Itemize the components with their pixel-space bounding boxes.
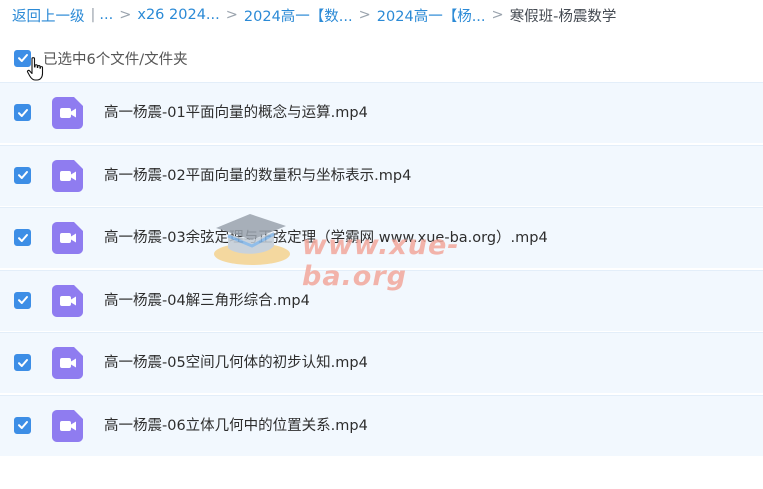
breadcrumb: 返回上一级 | ... > x26 2024... > 2024高一【数... … [12,4,757,26]
breadcrumb-item[interactable]: x26 2024... [137,7,219,23]
file-list: 高一杨震-01平面向量的概念与运算.mp4 高一杨震-02平面向量的数量积与坐标… [0,82,763,457]
video-file-icon [52,97,83,129]
breadcrumb-divider: | [90,7,96,23]
file-row[interactable]: 高一杨震-01平面向量的概念与运算.mp4 [0,82,763,143]
back-link[interactable]: 返回上一级 [12,5,85,26]
file-row[interactable]: 高一杨震-05空间几何体的初步认知.mp4 [0,332,763,393]
checkmark-icon [17,421,28,429]
checkmark-icon [17,171,28,179]
checkmark-icon [17,108,28,117]
file-name[interactable]: 高一杨震-04解三角形综合.mp4 [104,271,310,331]
file-name[interactable]: 高一杨震-05空间几何体的初步认知.mp4 [104,333,368,393]
file-checkbox[interactable] [14,354,31,371]
breadcrumb-separator: > [119,7,132,23]
selection-count-label: 已选中6个文件/文件夹 [43,51,188,68]
file-name[interactable]: 高一杨震-01平面向量的概念与运算.mp4 [104,83,368,143]
breadcrumb-separator: > [225,7,238,23]
file-checkbox[interactable] [14,166,31,184]
file-row[interactable]: 高一杨震-04解三角形综合.mp4 [0,269,763,331]
checkmark-icon [17,296,28,304]
video-file-icon [52,222,83,254]
file-name[interactable]: 高一杨震-03余弦定理与正弦定理（学霸网 www.xue-ba.org）.mp4 [104,208,548,268]
video-file-icon [52,409,83,442]
file-name[interactable]: 高一杨震-06立体几何中的位置关系.mp4 [104,396,368,456]
breadcrumb-ellipsis[interactable]: ... [99,7,113,23]
checkmark-icon [17,358,28,367]
video-file-icon [52,159,83,192]
breadcrumb-item[interactable]: 2024高一【数... [244,5,353,26]
checkmark-icon [17,233,28,242]
video-file-icon [52,284,83,317]
file-checkbox[interactable] [14,229,31,246]
video-file-icon [52,347,83,379]
breadcrumb-separator: > [491,7,504,23]
hand-pointer-icon [26,57,44,81]
breadcrumb-separator: > [358,7,371,23]
file-checkbox[interactable] [14,291,31,309]
breadcrumb-item[interactable]: 2024高一【杨... [377,5,486,26]
file-row[interactable]: 高一杨震-02平面向量的数量积与坐标表示.mp4 [0,144,763,206]
file-row[interactable]: 高一杨震-03余弦定理与正弦定理（学霸网 www.xue-ba.org）.mp4 [0,207,763,268]
file-checkbox[interactable] [14,416,31,434]
breadcrumb-current: 寒假班-杨震数学 [509,8,617,25]
file-name[interactable]: 高一杨震-02平面向量的数量积与坐标表示.mp4 [104,146,411,206]
file-row[interactable]: 高一杨震-06立体几何中的位置关系.mp4 [0,394,763,456]
file-checkbox[interactable] [14,104,31,121]
